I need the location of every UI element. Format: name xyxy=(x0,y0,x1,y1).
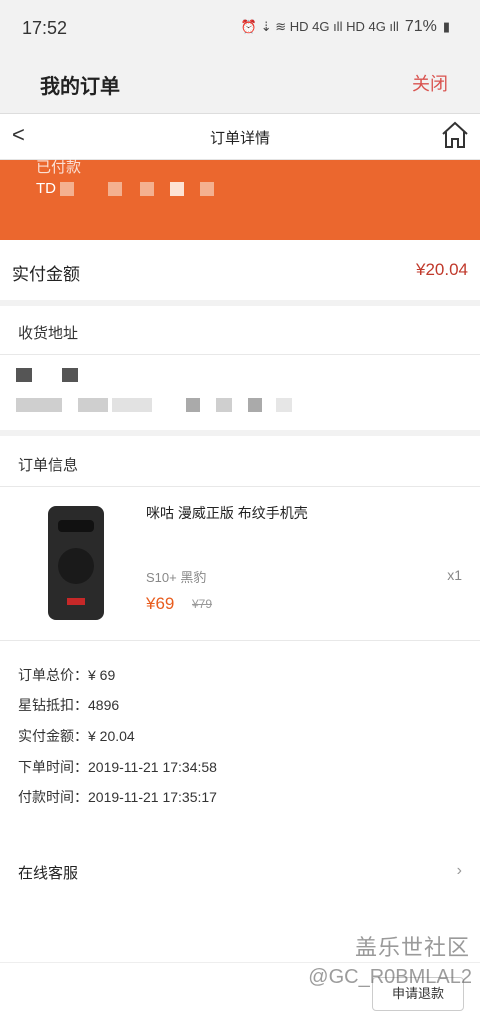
nav-bar: < 订单详情 xyxy=(0,114,480,160)
marvel-logo xyxy=(67,598,85,605)
redacted-block xyxy=(108,182,122,196)
nav-title: 订单详情 xyxy=(209,130,270,147)
order-status-text: 已付款 xyxy=(36,159,82,176)
chevron-right-icon: › xyxy=(456,862,462,879)
app-header: 我的订单 关闭 xyxy=(0,58,480,114)
watermark-community: 盖乐世社区 xyxy=(354,935,470,960)
product-price: ¥69 xyxy=(146,594,175,613)
status-icons: ⏰ ⇣ ≋ HD 4G ıll HD 4G ıll 71% ▮ xyxy=(241,18,450,36)
redacted-block xyxy=(140,182,154,196)
paid-amount-detail-row: 实付金额：¥ 20.04 xyxy=(18,728,135,744)
camera-module-graphic xyxy=(58,520,94,532)
redacted-block xyxy=(200,182,214,196)
divider xyxy=(0,486,480,487)
product-image[interactable] xyxy=(48,506,104,620)
home-icon[interactable] xyxy=(440,120,470,150)
redacted-block xyxy=(60,182,74,196)
page-title: 我的订单 xyxy=(40,76,120,98)
redacted-address xyxy=(16,398,62,412)
watermark-user: @GC_R0BMLAL2 xyxy=(308,966,472,988)
close-button[interactable]: 关闭 xyxy=(412,70,448,96)
section-divider xyxy=(0,300,480,306)
address-section-label: 收货地址 xyxy=(18,325,79,342)
product-original-price: ¥79 xyxy=(192,597,213,611)
product-name[interactable]: 咪咕 漫威正版 布纹手机壳 xyxy=(146,503,308,523)
order-code: TD xyxy=(36,180,56,197)
redacted-address xyxy=(78,398,108,412)
redacted-phone xyxy=(62,368,78,382)
redacted-address xyxy=(248,398,262,412)
order-time-row: 下单时间：2019-11-21 17:34:58 xyxy=(18,759,217,775)
panther-emblem-graphic xyxy=(58,548,94,584)
paid-amount-row: 实付金额 ¥20.04 xyxy=(0,240,480,300)
divider xyxy=(0,354,480,355)
order-info-section-label: 订单信息 xyxy=(18,457,79,474)
section-divider xyxy=(0,430,480,436)
status-bar: 17:52 ⏰ ⇣ ≋ HD 4G ıll HD 4G ıll 71% ▮ xyxy=(0,0,480,58)
battery-icon: ▮ xyxy=(442,19,450,34)
redacted-address xyxy=(216,398,232,412)
divider xyxy=(0,640,480,641)
payment-time-row: 付款时间：2019-11-21 17:35:17 xyxy=(18,789,217,805)
order-status-banner: 已付款 TD xyxy=(0,159,480,240)
online-service-row[interactable]: 在线客服 › xyxy=(0,850,480,894)
status-time: 17:52 xyxy=(22,18,68,38)
paid-amount-label: 实付金额 xyxy=(12,265,80,284)
product-spec: S10+ 黑豹 xyxy=(146,570,207,585)
order-total-row: 订单总价：¥ 69 xyxy=(18,667,116,683)
redacted-address xyxy=(186,398,200,412)
redacted-address xyxy=(112,398,152,412)
battery-level: 71% xyxy=(404,18,437,35)
online-service-label: 在线客服 xyxy=(18,865,79,882)
signal-icons: ⏰ ⇣ ≋ HD 4G ıll HD 4G ıll xyxy=(240,19,399,34)
redacted-block xyxy=(170,182,184,196)
diamond-deduction-row: 星钻抵扣：4896 xyxy=(18,697,120,713)
redacted-address xyxy=(276,398,292,412)
paid-amount-value: ¥20.04 xyxy=(416,260,468,279)
product-quantity: x1 xyxy=(447,567,462,583)
redacted-name xyxy=(16,368,32,382)
